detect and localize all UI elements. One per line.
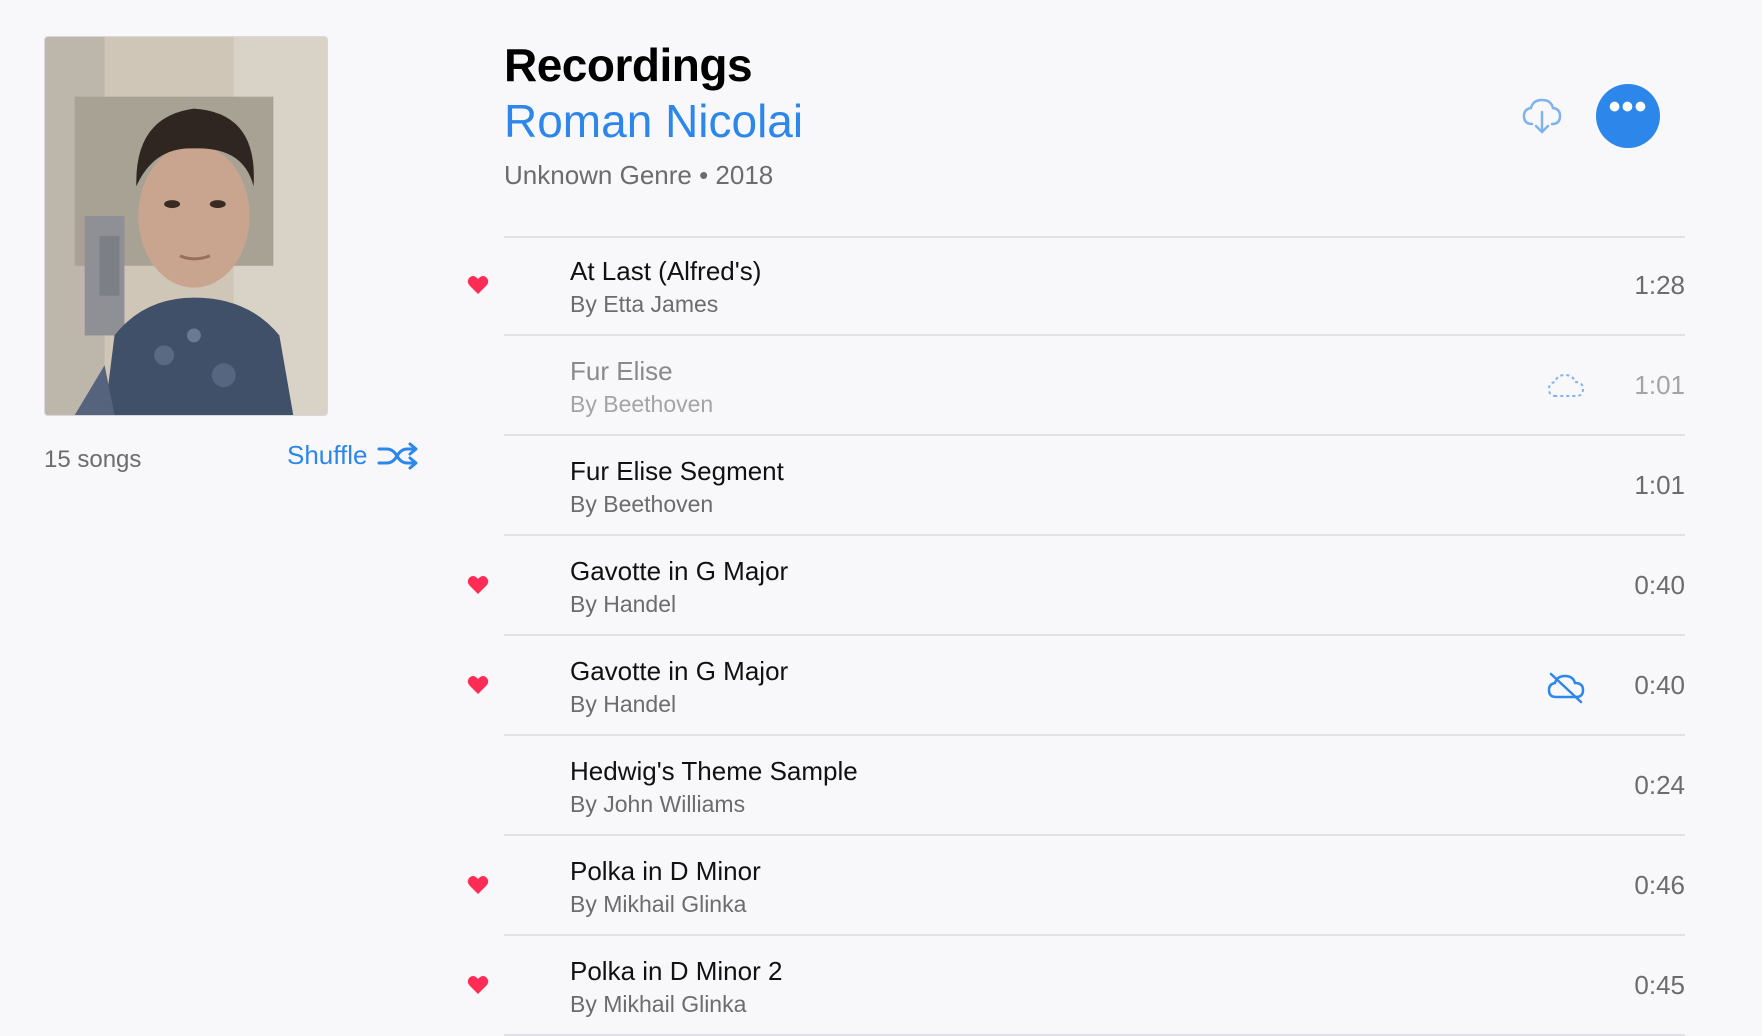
song-artist: By Beethoven bbox=[570, 491, 714, 517]
shuffle-icon bbox=[377, 442, 418, 469]
song-count: 15 songs bbox=[44, 446, 142, 473]
more-icon: ••• bbox=[1608, 88, 1648, 126]
song-artist: By Handel bbox=[570, 591, 677, 617]
song-row[interactable]: Polka in D Minor By Mikhail Glinka 0:46 bbox=[460, 836, 1685, 936]
song-title: Gavotte in G Major bbox=[570, 556, 789, 586]
song-row[interactable]: Gavotte in G Major By Handel 0:40 bbox=[460, 536, 1685, 636]
song-duration: 1:01 bbox=[1634, 470, 1685, 500]
song-duration: 1:28 bbox=[1634, 270, 1685, 300]
song-duration: 1:01 bbox=[1634, 370, 1685, 400]
song-artist: By Handel bbox=[570, 691, 677, 717]
song-row[interactable]: Hedwig's Theme Sample By John Williams 0:2… bbox=[460, 736, 1685, 836]
song-title: At Last (Alfred's) bbox=[570, 256, 762, 286]
song-duration: 0:40 bbox=[1634, 670, 1685, 700]
album-artwork[interactable] bbox=[44, 36, 328, 416]
song-artist: By John Williams bbox=[570, 791, 746, 817]
song-title: Fur Elise Segment bbox=[570, 456, 784, 486]
song-duration: 0:46 bbox=[1634, 870, 1685, 900]
song-title: Hedwig's Theme Sample bbox=[570, 756, 858, 786]
heart-icon bbox=[467, 975, 489, 995]
song-artist: By Etta James bbox=[570, 291, 719, 317]
song-artist: By Mikhail Glinka bbox=[570, 991, 747, 1017]
song-artist: By Mikhail Glinka bbox=[570, 891, 747, 917]
cloud-offline-icon[interactable] bbox=[1545, 670, 1587, 704]
heart-icon bbox=[467, 575, 489, 595]
artwork-photo bbox=[45, 37, 327, 415]
cloud-outline-icon[interactable] bbox=[1545, 370, 1587, 404]
cloud-download-icon bbox=[1522, 98, 1562, 134]
artist-link[interactable]: Roman Nicolai bbox=[504, 94, 803, 148]
page-title: Recordings bbox=[504, 39, 753, 91]
song-title: Polka in D Minor 2 bbox=[570, 956, 783, 986]
song-artist: By Beethoven bbox=[570, 391, 714, 417]
song-list: At Last (Alfred's) By Etta James 1:28 Fur E… bbox=[460, 236, 1685, 1036]
song-title: Gavotte in G Major bbox=[570, 656, 789, 686]
song-duration: 0:45 bbox=[1634, 970, 1685, 1000]
song-row[interactable]: At Last (Alfred's) By Etta James 1:28 bbox=[460, 236, 1685, 336]
song-row[interactable]: Polka in D Minor 2 By Mikhail Glinka 0:45 bbox=[460, 936, 1685, 1036]
download-button[interactable] bbox=[1520, 94, 1564, 138]
song-duration: 0:40 bbox=[1634, 570, 1685, 600]
song-row[interactable]: Fur Elise By Beethoven 1:01 bbox=[460, 336, 1685, 436]
heart-icon bbox=[467, 875, 489, 895]
song-duration: 0:24 bbox=[1634, 770, 1685, 800]
album-meta: Unknown Genre • 2018 bbox=[504, 160, 774, 190]
heart-icon bbox=[467, 675, 489, 695]
song-row[interactable]: Gavotte in G Major By Handel 0:40 bbox=[460, 636, 1685, 736]
shuffle-button[interactable]: Shuffle bbox=[287, 440, 421, 471]
shuffle-label: Shuffle bbox=[287, 440, 368, 470]
album-page: 15 songs Shuffle Recordings Roman Nicola… bbox=[0, 0, 1762, 1036]
song-title: Fur Elise bbox=[570, 356, 673, 386]
more-button[interactable]: ••• bbox=[1596, 84, 1660, 148]
song-title: Polka in D Minor bbox=[570, 856, 761, 886]
song-row[interactable]: Fur Elise Segment By Beethoven 1:01 bbox=[460, 436, 1685, 536]
heart-icon bbox=[467, 275, 489, 295]
